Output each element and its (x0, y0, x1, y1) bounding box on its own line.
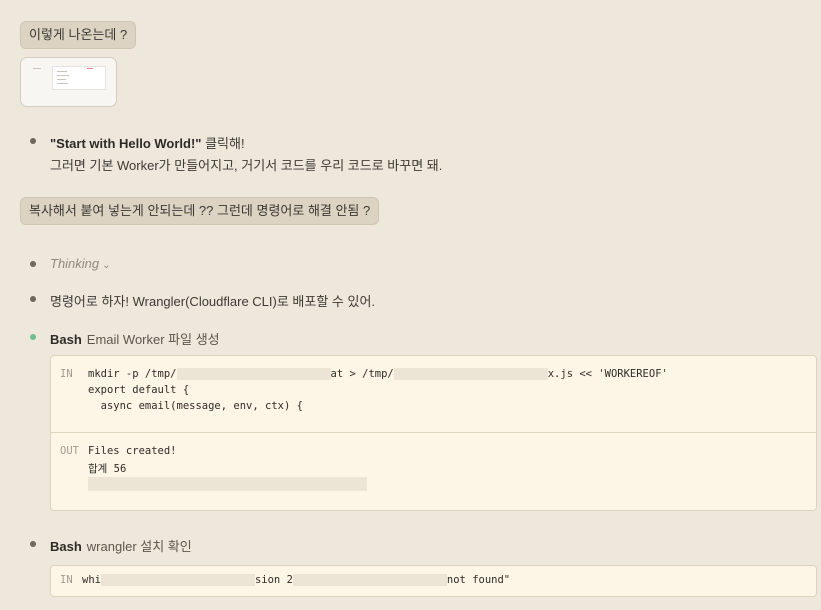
user-message-bubble: 복사해서 붙여 넣는게 안되는데 ?? 그런데 명령어로 해결 안됨 ? (20, 197, 380, 225)
thumbnail-detail (57, 71, 67, 72)
code-fragment: not found" (446, 574, 511, 586)
code-line: export default { (88, 384, 190, 396)
bullet-dot-icon (30, 261, 36, 267)
assistant-step-rest: 클릭해! (201, 136, 245, 151)
code-line: mkdir -p /tmp/at > /tmp/x.js << 'WORKERE… (88, 368, 668, 380)
code-line: whi sion 2 not found" (82, 574, 510, 586)
assistant-step-emphasis: "Start with Hello World!" (50, 136, 202, 151)
tool-call-header[interactable]: Bash Email Worker 파일 생성 (50, 329, 220, 348)
bullet-dot-icon (30, 296, 36, 302)
user-message-text: 이렇게 나온는데 ? (29, 27, 128, 42)
output-line: Files created! (88, 445, 177, 457)
tool-description: wrangler 설치 확인 (86, 539, 192, 554)
tool-call-header[interactable]: Bash wrangler 설치 확인 (50, 536, 192, 555)
tool-name: Bash (50, 332, 82, 347)
thumbnail-detail (87, 68, 93, 69)
thumbnail-detail (57, 79, 66, 80)
tool-io-panel: IN whi sion 2 not found" (50, 565, 817, 597)
assistant-step-detail: 그러면 기본 Worker가 만들어지고, 거기서 코드를 우리 코드로 바꾸면… (50, 158, 443, 173)
output-tag: OUT (60, 445, 79, 457)
bullet-dot-icon (30, 138, 36, 144)
output-line: 합계 56 (88, 463, 127, 475)
code-line: async email(message, env, ctx) { (88, 400, 303, 412)
code-fragment: whi (82, 574, 101, 586)
tool-name: Bash (50, 539, 82, 554)
code-fragment: sion 2 (254, 574, 293, 586)
redacted-block (292, 574, 447, 586)
redacted-block (176, 368, 331, 380)
input-tag: IN (60, 574, 73, 586)
tool-description: Email Worker 파일 생성 (86, 332, 220, 347)
assistant-step-line: "Start with Hello World!" 클릭해! (50, 133, 245, 152)
bullet-dot-icon (30, 541, 36, 547)
status-dot-icon (30, 334, 36, 340)
thumbnail-detail (57, 83, 68, 84)
input-tag: IN (60, 368, 73, 380)
assistant-message: 명령어로 하자! Wrangler(Cloudflare CLI)로 배포할 수… (50, 294, 376, 309)
user-message-bubble: 이렇게 나온는데 ? (20, 21, 137, 49)
attached-screenshot-thumbnail[interactable] (20, 57, 117, 107)
io-divider (51, 432, 816, 433)
thumbnail-detail (33, 68, 41, 69)
output-line (88, 477, 367, 491)
code-fragment: x.js << 'WORKEREOF' (547, 368, 668, 380)
chevron-down-icon: ⌄ (102, 260, 111, 271)
code-fragment: mkdir -p /tmp/ (88, 368, 177, 380)
user-message-text: 복사해서 붙여 넣는게 안되는데 ?? 그런데 명령어로 해결 안됨 ? (29, 203, 371, 218)
thinking-label: Thinking (50, 256, 100, 271)
redacted-block (393, 368, 548, 380)
thumbnail-detail (57, 75, 69, 76)
tool-io-panel: IN mkdir -p /tmp/at > /tmp/x.js << 'WORK… (50, 355, 817, 511)
thumbnail-preview (52, 66, 106, 90)
redacted-block (88, 477, 367, 491)
code-fragment: at > /tmp/ (330, 368, 394, 380)
redacted-block (100, 574, 255, 586)
thinking-toggle[interactable]: Thinking ⌄ (50, 256, 111, 271)
